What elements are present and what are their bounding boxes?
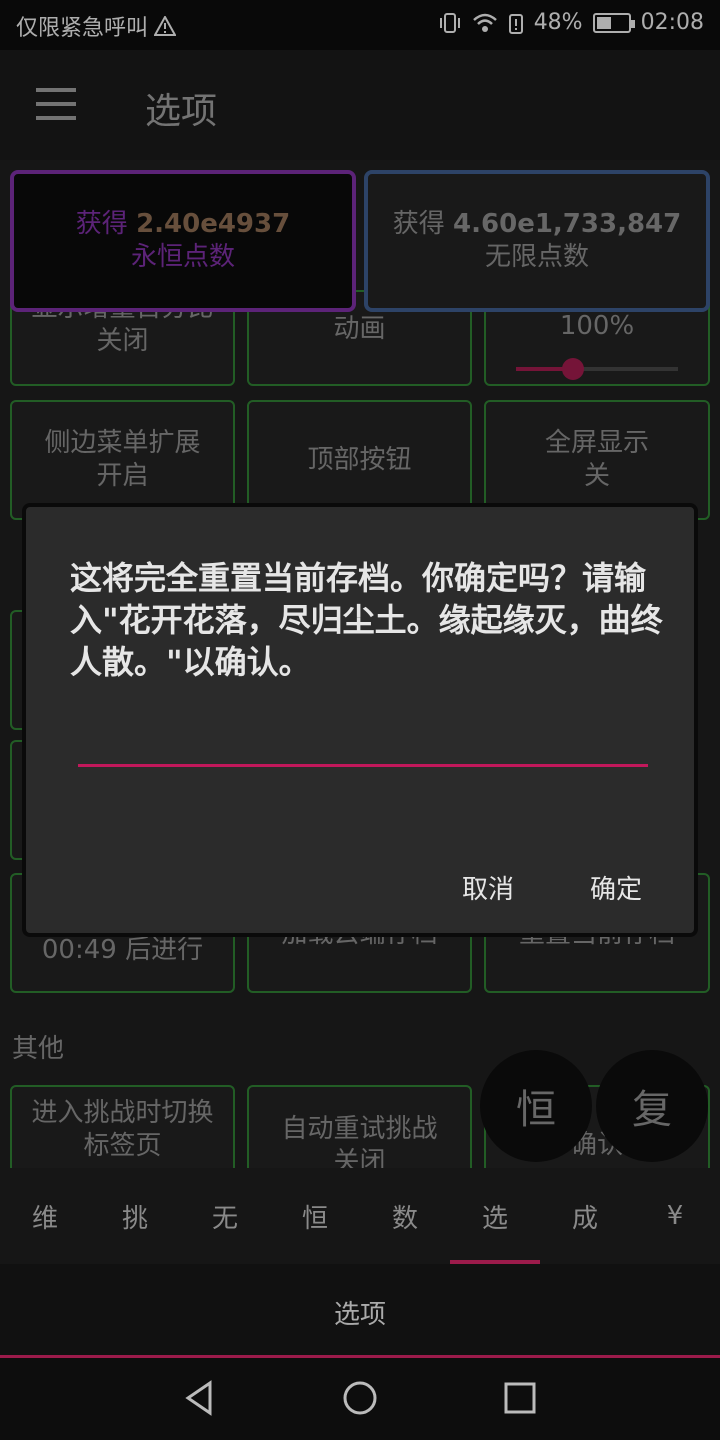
recents-icon[interactable] (500, 1378, 540, 1418)
footer: 选项 (0, 1264, 720, 1358)
tab-3[interactable]: 恒 (270, 1168, 360, 1264)
cancel-button[interactable]: 取消 (462, 869, 514, 906)
tab-0[interactable]: 维 (0, 1168, 90, 1264)
tab-bar: 维 挑 无 恒 数 选 成 ¥ (0, 1168, 720, 1264)
dialog-message: 这将完全重置当前存档。你确定吗？请输入"花开花落，尽归尘土。缘起缘灭，曲终人散。… (70, 559, 663, 681)
tab-7[interactable]: ¥ (630, 1168, 720, 1264)
back-icon[interactable] (180, 1378, 220, 1418)
tab-1[interactable]: 挑 (90, 1168, 180, 1264)
tab-5[interactable]: 选 (450, 1168, 540, 1264)
confirm-text-input[interactable] (78, 723, 648, 767)
system-nav-bar (0, 1358, 720, 1440)
footer-label: 选项 (333, 1300, 386, 1330)
tab-2[interactable]: 无 (180, 1168, 270, 1264)
home-icon[interactable] (340, 1378, 380, 1418)
reset-confirm-dialog: 这将完全重置当前存档。你确定吗？请输入"花开花落，尽归尘土。缘起缘灭，曲终人散。… (22, 503, 698, 937)
tab-6[interactable]: 成 (540, 1168, 630, 1264)
tab-4[interactable]: 数 (360, 1168, 450, 1264)
confirm-button[interactable]: 确定 (590, 869, 642, 906)
